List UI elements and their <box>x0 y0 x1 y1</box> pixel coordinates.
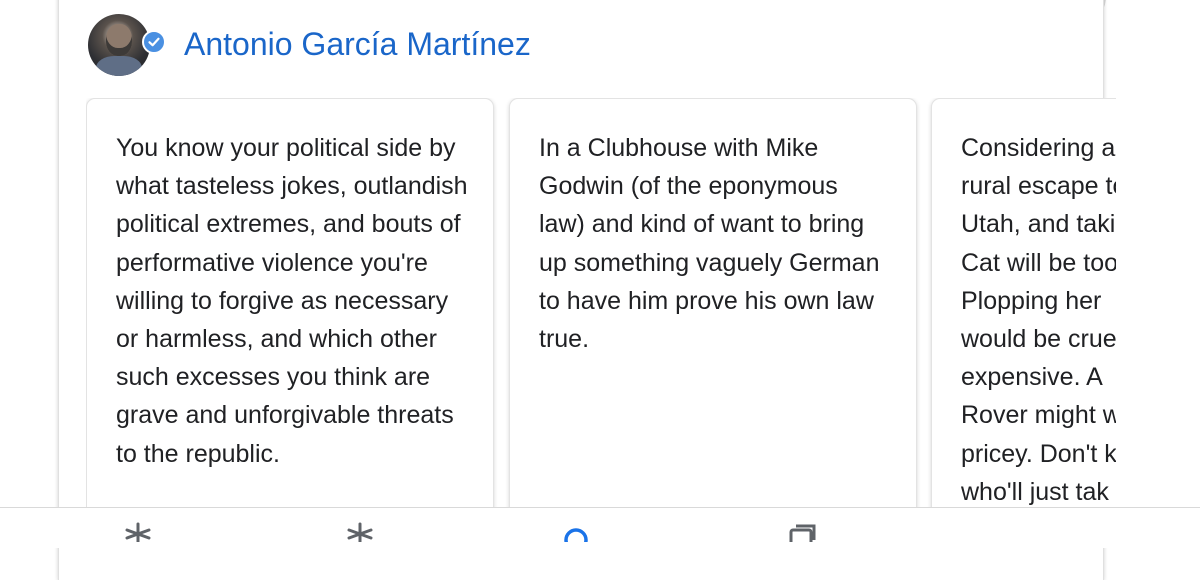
tweet-card[interactable]: Considering a rural escape to Utah, and … <box>931 98 1116 537</box>
tweet-carousel[interactable]: You know your political side by what tas… <box>86 98 1116 537</box>
tweet-text: In a Clubhouse with Mike Godwin (of the … <box>539 134 880 354</box>
bottom-navigation-bar <box>0 507 1200 552</box>
avatar-shirt <box>96 56 142 76</box>
tweet-text: Considering a rural escape to Utah, and … <box>961 134 1116 506</box>
verified-check-icon <box>142 30 166 54</box>
tweet-card[interactable]: In a Clubhouse with Mike Godwin (of the … <box>509 98 917 537</box>
checkmark-glyph <box>148 37 160 47</box>
tweet-card[interactable]: You know your political side by what tas… <box>86 98 494 537</box>
discover-icon[interactable] <box>118 522 158 544</box>
updates-icon[interactable] <box>340 522 380 544</box>
avatar-face <box>106 24 132 56</box>
avatar[interactable] <box>88 14 150 76</box>
author-name-link[interactable]: Antonio García Martínez <box>184 24 531 64</box>
search-icon[interactable] <box>556 522 596 552</box>
tweet-text: You know your political side by what tas… <box>116 134 468 468</box>
recent-apps-icon[interactable] <box>780 522 820 548</box>
